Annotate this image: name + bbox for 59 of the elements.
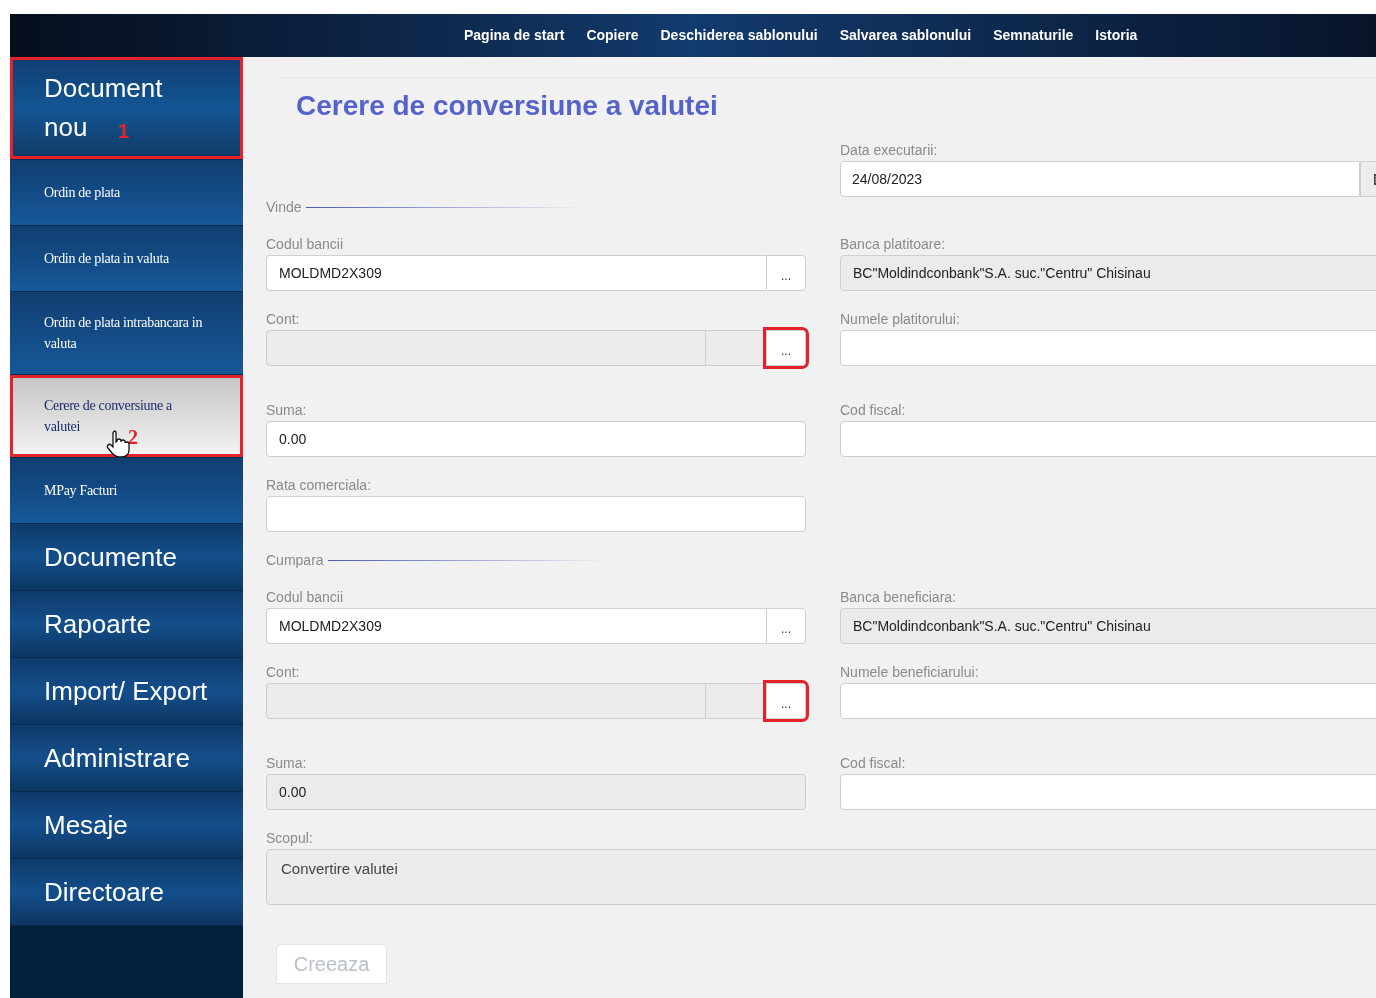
field-label: Rata comerciala: bbox=[266, 476, 373, 495]
input-field[interactable] bbox=[840, 330, 1376, 366]
nav-link[interactable]: Deschiderea sablonului bbox=[660, 25, 818, 46]
field-label: Scopul: bbox=[266, 829, 314, 848]
sidebar-item[interactable]: Directoare bbox=[10, 859, 243, 926]
text-area[interactable]: Convertire valutei bbox=[266, 849, 1376, 905]
browse-button[interactable]: ... bbox=[766, 255, 806, 291]
sidebar-item[interactable]: Administrare bbox=[10, 725, 243, 792]
input-field[interactable]: 0.00 bbox=[266, 421, 806, 457]
input-field[interactable] bbox=[840, 421, 1376, 457]
sidebar-item[interactable]: Ordin de plata intrabancara in valuta bbox=[10, 292, 243, 375]
field-label: Suma: bbox=[266, 754, 308, 773]
field-label: Codul bancii bbox=[266, 588, 345, 607]
field-label: Data executarii: bbox=[840, 141, 939, 160]
input-field[interactable] bbox=[266, 496, 806, 532]
sidebar-item[interactable]: Mesaje bbox=[10, 792, 243, 859]
field-label: Numele beneficiarului: bbox=[840, 663, 980, 682]
input-field[interactable]: BC"Moldindconbank"S.A. suc."Centru" Chisinau bbox=[840, 608, 1376, 644]
nav-link[interactable]: Copiere bbox=[586, 25, 639, 46]
input-field[interactable] bbox=[840, 683, 1376, 719]
nav-link[interactable]: Semnaturile bbox=[993, 25, 1074, 46]
nav-link[interactable]: Pagina de start bbox=[464, 25, 565, 46]
nav-link[interactable]: Salvarea sablonului bbox=[839, 25, 972, 46]
input-field[interactable]: BC"Moldindconbank"S.A. suc."Centru" Chisinau bbox=[840, 255, 1376, 291]
sidebar-item[interactable]: Import/ Export bbox=[10, 658, 243, 725]
sidebar-item[interactable]: Document nou 1 bbox=[10, 57, 243, 160]
input-addon bbox=[705, 683, 766, 719]
field-label: Banca beneficiara: bbox=[840, 588, 957, 607]
field-label: Cont: bbox=[266, 310, 301, 329]
sidebar-item[interactable]: MPay Facturi bbox=[10, 458, 243, 524]
field-label: Numele platitorului: bbox=[840, 310, 961, 329]
section-legend: Vinde bbox=[266, 197, 302, 217]
field-label: Cod fiscal: bbox=[840, 754, 907, 773]
field-label: Codul bancii bbox=[266, 235, 345, 254]
sidebar-item[interactable]: Documente bbox=[10, 524, 243, 591]
input-field[interactable]: MOLDMD2X309 bbox=[266, 608, 766, 644]
input-field[interactable]: 0.00 bbox=[266, 774, 806, 810]
page-title: Cerere de conversiune a valutei bbox=[296, 89, 719, 123]
sidebar-item[interactable]: Cerere de conversiune a valutei 2 bbox=[10, 375, 243, 458]
nav-link[interactable]: Istoria bbox=[1095, 25, 1138, 46]
input-addon bbox=[705, 330, 766, 366]
field-label: Banca platitoare: bbox=[840, 235, 947, 254]
field-label: Cod fiscal: bbox=[840, 401, 907, 420]
date-field[interactable]: 24/08/2023 bbox=[840, 161, 1360, 197]
browse-button[interactable]: ... bbox=[766, 330, 806, 366]
input-field[interactable] bbox=[840, 774, 1376, 810]
input-field[interactable]: MOLDMD2X309 bbox=[266, 255, 766, 291]
field-label: Suma: bbox=[266, 401, 308, 420]
browse-button[interactable]: ... bbox=[766, 683, 806, 719]
annotation-number: 1 bbox=[118, 119, 130, 143]
section-legend: Cumpara bbox=[266, 550, 324, 570]
input-field[interactable] bbox=[266, 683, 705, 719]
sidebar-item[interactable]: Ordin de plata bbox=[10, 160, 243, 226]
annotation-number: 2 bbox=[128, 425, 138, 449]
field-label: Cont: bbox=[266, 663, 301, 682]
sidebar-item[interactable]: Ordin de plata in valuta bbox=[10, 226, 243, 292]
input-field[interactable] bbox=[266, 330, 705, 366]
browse-button[interactable]: ... bbox=[766, 608, 806, 644]
sidebar-item[interactable]: Rapoarte bbox=[10, 591, 243, 658]
